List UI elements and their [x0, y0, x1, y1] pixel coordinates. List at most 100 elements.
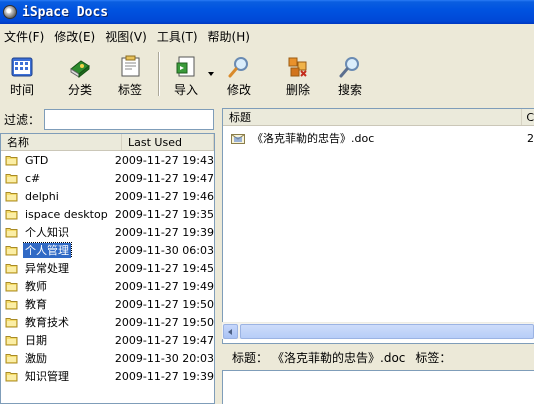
search-label: 搜索: [337, 83, 362, 97]
category-row[interactable]: 教育技术 2009-11-27 19:50: [1, 313, 214, 331]
category-name-cell: c#: [23, 172, 112, 185]
document-list[interactable]: 标题 C 《洛克菲勒的忠告》.doc 2: [222, 108, 534, 344]
filter-row: 过滤：: [0, 108, 216, 130]
filter-label: 过滤：: [4, 112, 41, 127]
category-row[interactable]: 激励 2009-11-30 20:03: [1, 349, 214, 367]
detail-title-value: 《洛克菲勒的忠告》.doc: [272, 350, 406, 365]
category-name: 教育: [25, 298, 47, 311]
category-row[interactable]: 教师 2009-11-27 19:49: [1, 277, 214, 295]
category-name-cell: 教师: [23, 278, 112, 294]
folder-icon: [5, 280, 18, 292]
calendar-grid-icon: [10, 55, 34, 79]
category-last-used: 2009-11-27 19:39: [114, 225, 214, 239]
column-title-header[interactable]: 标题: [223, 109, 523, 125]
category-name-cell: 知识管理: [23, 368, 112, 384]
category-row[interactable]: 知识管理 2009-11-27 19:39: [1, 367, 214, 385]
import-dropdown-arrow-icon[interactable]: [208, 72, 214, 76]
menu-file[interactable]: 文件(F): [0, 27, 49, 47]
edit-label: 修改: [226, 83, 251, 97]
toolbar: 时间 分类 标签 导入 修改 删除 搜索: [0, 50, 534, 100]
category-name: 日期: [25, 334, 47, 347]
time-label: 时间: [9, 83, 34, 97]
category-name-cell: 异常处理: [23, 260, 112, 276]
category-row[interactable]: c# 2009-11-27 19:47: [1, 169, 214, 187]
menu-help[interactable]: 帮助(H): [203, 27, 255, 47]
scroll-left-button[interactable]: [223, 324, 238, 339]
import-button[interactable]: 导入: [166, 50, 206, 98]
category-last-used: 2009-11-30 20:03: [114, 351, 214, 365]
horizontal-scrollbar[interactable]: [222, 322, 534, 339]
menu-edit[interactable]: 修改(E): [49, 27, 100, 47]
folder-icon: [5, 298, 18, 310]
toolbar-separator: [158, 52, 160, 96]
folder-icon: [5, 172, 18, 184]
delete-blocks-icon: [286, 55, 310, 79]
category-row[interactable]: 日期 2009-11-27 19:47: [1, 331, 214, 349]
filter-input[interactable]: [44, 108, 214, 130]
column-name-header[interactable]: 名称: [1, 134, 122, 150]
category-name-cell: 激励: [23, 350, 112, 366]
category-name: 个人知识: [25, 226, 69, 239]
menu-tools[interactable]: 工具(T): [152, 27, 203, 47]
folder-icon: [5, 244, 18, 256]
category-name-cell: delphi: [23, 190, 112, 203]
category-button[interactable]: 分类: [52, 50, 108, 98]
time-button[interactable]: 时间: [0, 50, 44, 98]
import-document-icon: [174, 55, 198, 79]
delete-button[interactable]: 删除: [276, 50, 320, 98]
category-name: delphi: [25, 189, 59, 203]
category-row[interactable]: 个人知识 2009-11-27 19:39: [1, 223, 214, 241]
category-last-used: 2009-11-27 19:45: [114, 261, 214, 275]
tag-button[interactable]: 标签: [108, 50, 152, 98]
delete-label: 删除: [285, 83, 310, 97]
document-details: 标题： 《洛克菲勒的忠告》.doc 标签：: [232, 348, 455, 366]
category-row[interactable]: ispace desktop 2009-11-27 19:35: [1, 205, 214, 223]
category-name: 激励: [25, 352, 47, 365]
detail-title-label: 标题：: [232, 350, 269, 365]
search-button[interactable]: 搜索: [328, 50, 372, 98]
category-last-used: 2009-11-27 19:46: [114, 189, 214, 203]
category-name-cell: GTD: [23, 154, 112, 167]
folder-icon: [5, 262, 18, 274]
mail-document-icon: [231, 132, 245, 144]
folder-icon: [5, 208, 18, 220]
document-preview-area[interactable]: [222, 370, 534, 404]
category-name: 异常处理: [25, 262, 69, 275]
category-row[interactable]: delphi 2009-11-27 19:46: [1, 187, 214, 205]
document-extra: 2: [527, 131, 534, 145]
column-extra-header[interactable]: C: [522, 109, 534, 125]
category-last-used: 2009-11-27 19:50: [114, 297, 214, 311]
category-list[interactable]: 名称 Last Used GTD 2009-11-27 19:43 c# 2009-1…: [0, 133, 215, 404]
tag-note-icon: [118, 55, 142, 79]
menu-bar: 文件(F) 修改(E) 视图(V) 工具(T) 帮助(H): [0, 26, 534, 48]
column-last-used-header[interactable]: Last Used: [122, 134, 214, 150]
category-name: 知识管理: [25, 370, 69, 383]
detail-tag-label: 标签：: [415, 350, 452, 365]
category-row[interactable]: 异常处理 2009-11-27 19:45: [1, 259, 214, 277]
category-list-header: 名称 Last Used: [1, 134, 214, 151]
category-name: c#: [25, 171, 41, 185]
category-name: 教师: [25, 280, 47, 293]
folder-icon: [5, 154, 18, 166]
menu-view[interactable]: 视图(V): [100, 27, 152, 47]
title-bar: iSpace Docs: [0, 0, 534, 24]
category-row[interactable]: 个人管理 2009-11-30 06:03: [1, 241, 214, 259]
category-name-cell: 日期: [23, 332, 112, 348]
category-last-used: 2009-11-27 19:35: [114, 207, 214, 221]
category-last-used: 2009-11-27 19:50: [114, 315, 214, 329]
category-row[interactable]: GTD 2009-11-27 19:43: [1, 151, 214, 169]
app-icon: [3, 5, 17, 19]
magnifier-edit-icon: [227, 55, 251, 79]
folder-icon: [5, 370, 18, 382]
category-last-used: 2009-11-27 19:49: [114, 279, 214, 293]
category-last-used: 2009-11-27 19:47: [114, 171, 214, 185]
scroll-thumb[interactable]: [240, 324, 534, 339]
category-name-cell: 教育技术: [23, 314, 112, 330]
category-row[interactable]: 教育 2009-11-27 19:50: [1, 295, 214, 313]
category-last-used: 2009-11-27 19:43: [114, 153, 214, 167]
document-row[interactable]: 《洛克菲勒的忠告》.doc 2: [223, 129, 534, 147]
folder-icon: [5, 352, 18, 364]
category-name: 个人管理: [23, 242, 72, 258]
edit-button[interactable]: 修改: [210, 50, 268, 98]
magnifier-search-icon: [338, 55, 362, 79]
